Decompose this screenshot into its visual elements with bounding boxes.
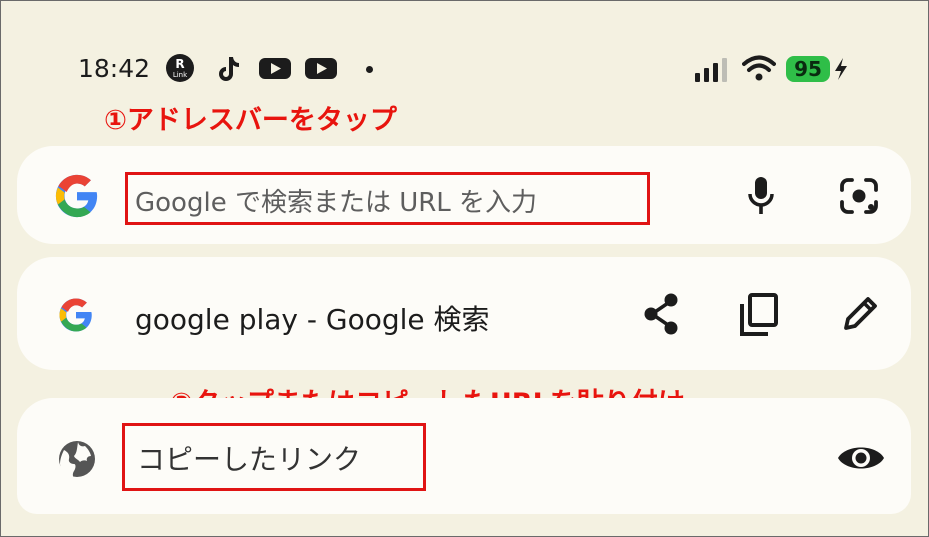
rakuten-link-icon: R Link bbox=[166, 54, 194, 82]
charging-icon bbox=[835, 58, 847, 80]
google-logo bbox=[55, 174, 98, 218]
battery-level: 95 bbox=[786, 56, 830, 82]
copy-icon[interactable] bbox=[738, 292, 780, 338]
status-time: 18:42 bbox=[78, 54, 151, 83]
eye-icon[interactable] bbox=[836, 442, 886, 474]
highlight-box-address-bar bbox=[125, 172, 650, 225]
signal-strength-icon bbox=[695, 58, 727, 82]
youtube-icon bbox=[305, 58, 337, 79]
youtube-icon bbox=[259, 58, 291, 79]
microphone-icon[interactable] bbox=[746, 175, 776, 217]
google-logo bbox=[59, 298, 92, 332]
share-icon[interactable] bbox=[640, 292, 682, 336]
status-bar: 18:42 R Link 95 bbox=[0, 0, 929, 100]
wifi-icon bbox=[742, 55, 776, 81]
google-lens-icon[interactable] bbox=[838, 176, 880, 216]
rakuten-link-icon-letter: R bbox=[175, 57, 184, 71]
notification-dot bbox=[366, 66, 373, 73]
globe-icon bbox=[59, 441, 95, 478]
rakuten-link-icon-text: Link bbox=[173, 71, 188, 79]
highlight-box-pasted-link bbox=[122, 423, 426, 491]
annotation-step-1: ①アドレスバーをタップ bbox=[104, 105, 397, 136]
suggestion-text[interactable]: google play - Google 検索 bbox=[135, 298, 490, 338]
edit-icon[interactable] bbox=[840, 294, 880, 334]
tiktok-icon bbox=[219, 57, 239, 81]
